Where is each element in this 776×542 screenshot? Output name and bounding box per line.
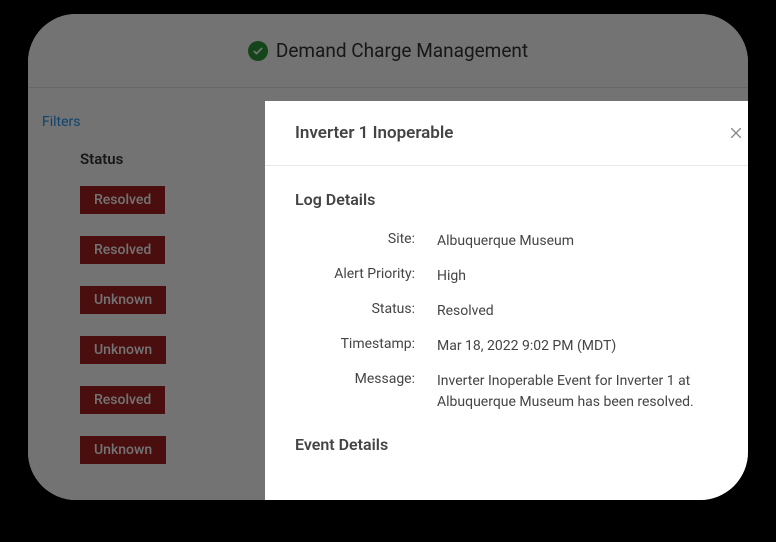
modal-header: Inverter 1 Inoperable: [265, 101, 748, 166]
log-details-heading: Log Details: [295, 190, 746, 209]
modal-title: Inverter 1 Inoperable: [295, 123, 453, 143]
detail-value: Albuquerque Museum: [437, 231, 746, 252]
detail-row-priority: Alert Priority: High: [295, 266, 746, 287]
detail-label: Message:: [295, 371, 437, 413]
close-icon: [729, 126, 743, 140]
detail-row-message: Message: Inverter Inoperable Event for I…: [295, 371, 746, 413]
detail-value: High: [437, 266, 746, 287]
event-details-heading: Event Details: [295, 435, 746, 454]
detail-row-timestamp: Timestamp: Mar 18, 2022 9:02 PM (MDT): [295, 336, 746, 357]
detail-label: Timestamp:: [295, 336, 437, 357]
detail-row-status: Status: Resolved: [295, 301, 746, 322]
log-detail-modal: Inverter 1 Inoperable Log Details Site: …: [265, 101, 748, 500]
detail-value: Inverter Inoperable Event for Inverter 1…: [437, 371, 746, 413]
app-card: Demand Charge Management Filters Status …: [28, 14, 748, 500]
detail-value: Mar 18, 2022 9:02 PM (MDT): [437, 336, 746, 357]
detail-label: Site:: [295, 231, 437, 252]
detail-label: Status:: [295, 301, 437, 322]
modal-body: Log Details Site: Albuquerque Museum Ale…: [265, 166, 748, 476]
detail-value: Resolved: [437, 301, 746, 322]
close-button[interactable]: [726, 123, 746, 143]
detail-row-site: Site: Albuquerque Museum: [295, 231, 746, 252]
detail-label: Alert Priority:: [295, 266, 437, 287]
